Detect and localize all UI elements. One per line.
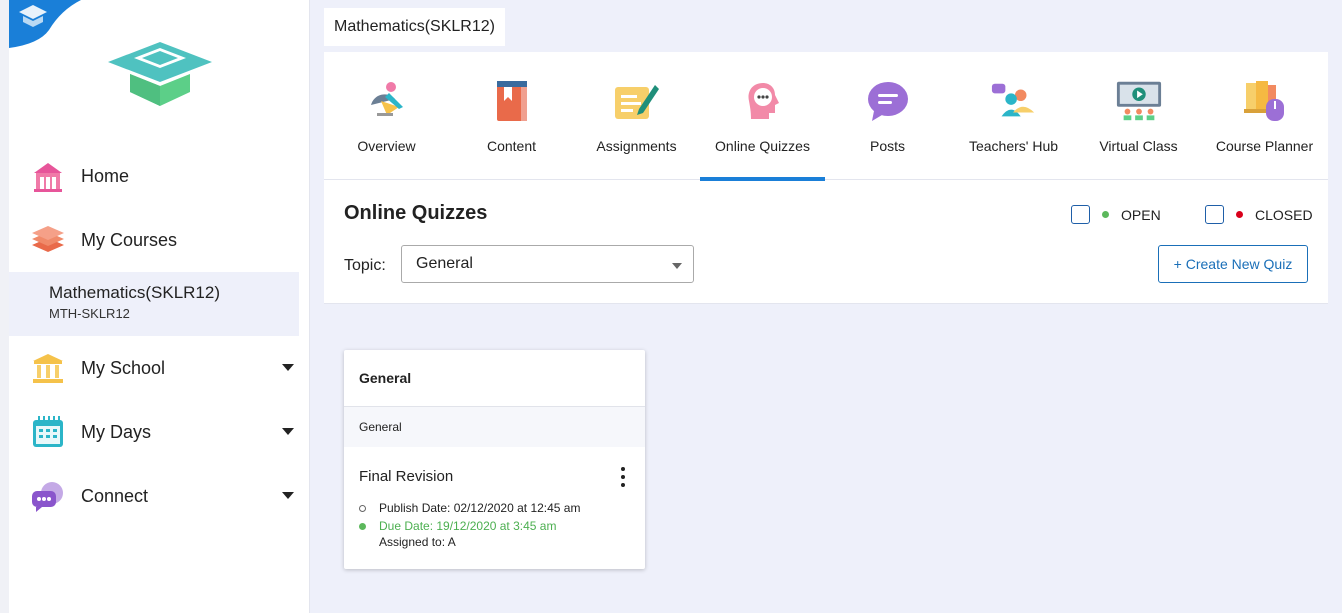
assignment-icon — [613, 78, 661, 124]
course-tabs: Overview Content Assignments Online Quiz… — [324, 52, 1328, 181]
closed-filter-checkbox[interactable] — [1205, 205, 1224, 224]
quiz-card[interactable]: General General Final Revision Publish D… — [344, 350, 645, 569]
topic-label: Topic: — [344, 257, 386, 274]
quiz-name[interactable]: Final Revision — [359, 468, 453, 485]
nav-connect[interactable]: Connect — [28, 476, 298, 516]
nav-home[interactable]: Home — [28, 156, 298, 196]
corner-logo-icon[interactable] — [9, 0, 81, 48]
posts-icon — [864, 78, 912, 124]
chevron-down-icon[interactable] — [282, 428, 294, 435]
breadcrumb[interactable]: Mathematics(SKLR12) — [324, 8, 505, 46]
due-date: Due Date: 19/12/2020 at 3:45 am — [359, 519, 556, 533]
tab-posts[interactable]: Posts — [825, 52, 950, 180]
selected-course-code: MTH-SKLR12 — [49, 306, 130, 321]
quiz-icon — [739, 78, 787, 124]
legend-closed: CLOSED — [1205, 205, 1313, 224]
chat-icon — [28, 478, 68, 514]
open-filter-checkbox[interactable] — [1071, 205, 1090, 224]
legend-open: OPEN — [1071, 205, 1161, 224]
teachers-icon — [990, 78, 1038, 124]
nav-my-school[interactable]: My School — [28, 348, 298, 388]
main-panel: Overview Content Assignments Online Quiz… — [324, 52, 1328, 613]
school-icon — [28, 350, 68, 386]
tab-teachers-hub[interactable]: Teachers' Hub — [951, 52, 1076, 180]
publish-date: Publish Date: 02/12/2020 at 12:45 am — [359, 501, 580, 515]
nav-my-courses[interactable]: My Courses — [28, 220, 298, 260]
tab-content[interactable]: Content — [449, 52, 574, 180]
tab-online-quizzes[interactable]: Online Quizzes — [700, 52, 825, 181]
calendar-icon — [28, 414, 68, 450]
closed-status-dot — [1236, 211, 1243, 218]
tab-overview[interactable]: Overview — [324, 52, 449, 180]
planner-icon — [1241, 78, 1289, 124]
book-icon — [488, 78, 536, 124]
quiz-card-header: General — [344, 350, 645, 407]
overview-icon — [363, 78, 411, 124]
books-icon — [28, 222, 68, 258]
due-dot-icon — [359, 522, 366, 530]
selected-course[interactable]: Mathematics(SKLR12) MTH-SKLR12 — [9, 272, 299, 336]
open-status-dot — [1102, 211, 1109, 218]
tab-course-planner[interactable]: Course Planner — [1202, 52, 1327, 180]
sidebar: Home My Courses Mathematics(SKLR12) MTH-… — [0, 0, 310, 613]
nav-my-days[interactable]: My Days — [28, 412, 298, 452]
page-title: Online Quizzes — [344, 202, 488, 224]
topic-select-value: General — [416, 255, 473, 272]
quiz-list: General General Final Revision Publish D… — [324, 303, 1328, 613]
create-quiz-button[interactable]: + Create New Quiz — [1158, 245, 1308, 283]
home-icon — [28, 158, 68, 194]
topic-select[interactable]: General — [401, 245, 694, 283]
quiz-card-topic: General — [344, 407, 645, 447]
chevron-down-icon[interactable] — [282, 364, 294, 371]
school-logo-icon — [108, 42, 212, 106]
chevron-down-icon — [672, 263, 682, 269]
publish-dot-icon — [359, 504, 366, 512]
tab-assignments[interactable]: Assignments — [574, 52, 699, 180]
tab-virtual-class[interactable]: Virtual Class — [1076, 52, 1201, 180]
chevron-down-icon[interactable] — [282, 492, 294, 499]
more-options-icon[interactable] — [618, 467, 628, 487]
virtual-class-icon — [1115, 78, 1163, 124]
selected-course-title: Mathematics(SKLR12) — [49, 283, 221, 302]
assigned-to: Assigned to: A — [379, 535, 456, 549]
